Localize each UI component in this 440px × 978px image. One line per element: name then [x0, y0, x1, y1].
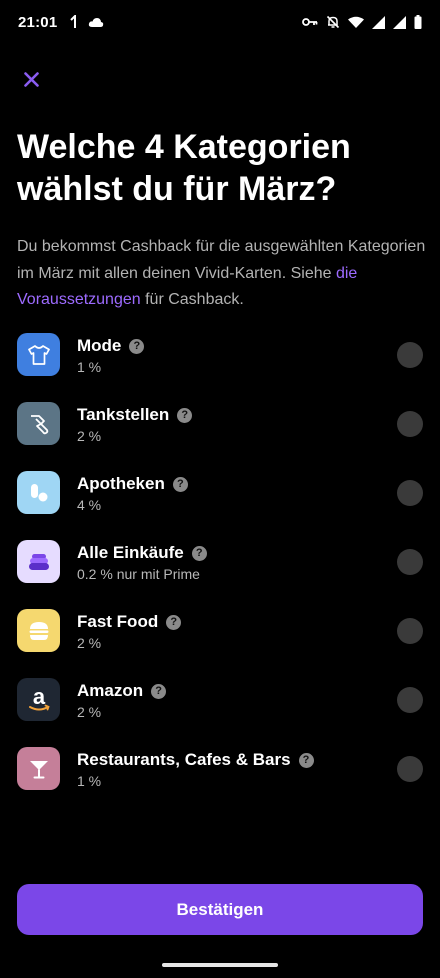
category-row-fast-food[interactable]: Fast Food ? 2 % — [0, 607, 440, 663]
category-icon-wrapper — [17, 402, 60, 445]
fuel-nozzle-icon — [30, 414, 48, 434]
select-radio[interactable] — [397, 687, 423, 713]
close-button[interactable] — [18, 66, 44, 92]
help-icon[interactable]: ? — [191, 545, 207, 561]
category-rate: 2 % — [77, 428, 102, 444]
close-icon — [23, 71, 39, 87]
category-rate: 4 % — [77, 497, 102, 513]
battery-icon — [414, 15, 422, 29]
select-radio[interactable] — [397, 549, 423, 575]
category-rate: 2 % — [77, 704, 102, 720]
amazon-logo-icon: a — [28, 687, 50, 710]
category-row-restaurants[interactable]: Restaurants, Cafes & Bars ? 1 % — [0, 745, 440, 801]
help-icon[interactable]: ? — [298, 752, 314, 768]
category-name: Fast Food — [77, 612, 159, 631]
category-name: Restaurants, Cafes & Bars — [77, 750, 291, 769]
select-radio[interactable] — [397, 756, 423, 782]
signal-icon-2 — [393, 15, 406, 29]
category-rate: 1 % — [77, 773, 102, 789]
key-icon — [302, 18, 318, 26]
page-title: Welche 4 Kategorien wählst du für März? — [17, 128, 351, 208]
category-rate: 1 % — [77, 359, 102, 375]
select-radio[interactable] — [397, 480, 423, 506]
tshirt-icon — [27, 344, 50, 365]
description-text: Du bekommst Cashback für die ausgewählte… — [17, 234, 427, 314]
help-icon[interactable]: ? — [129, 338, 145, 354]
category-row-alle-einkaeufe[interactable]: Alle Einkäufe ? 0.2 % nur mit Prime — [0, 538, 440, 594]
svg-text:a: a — [32, 687, 45, 709]
help-icon[interactable]: ? — [177, 407, 193, 423]
category-name: Tankstellen — [77, 405, 170, 424]
cards-stack-icon — [28, 553, 49, 570]
help-icon[interactable]: ? — [166, 614, 182, 630]
bell-muted-icon — [326, 15, 340, 29]
category-rate: 2 % — [77, 635, 102, 651]
pills-icon — [30, 483, 47, 501]
status-bar: 21:01 — [0, 0, 440, 48]
signal-icon — [372, 15, 385, 29]
category-row-apotheken[interactable]: Apotheken ? 4 % — [0, 469, 440, 525]
home-indicator[interactable] — [162, 963, 278, 967]
category-row-amazon[interactable]: a Amazon ? 2 % — [0, 676, 440, 732]
category-name: Alle Einkäufe — [77, 543, 184, 562]
select-radio[interactable] — [397, 618, 423, 644]
category-icon-wrapper — [17, 747, 60, 790]
category-row-mode[interactable]: Mode ? 1 % — [0, 331, 440, 387]
cocktail-glass-icon — [29, 760, 48, 778]
select-radio[interactable] — [397, 411, 423, 437]
confirm-button[interactable]: Bestätigen — [17, 884, 423, 935]
category-name: Mode — [77, 336, 122, 355]
category-name: Amazon — [77, 681, 144, 700]
burger-icon — [29, 621, 48, 640]
category-icon-wrapper — [17, 540, 60, 583]
category-row-tankstellen[interactable]: Tankstellen ? 2 % — [0, 400, 440, 456]
cloud-icon — [88, 17, 104, 27]
category-rate: 0.2 % nur mit Prime — [77, 566, 200, 582]
category-icon-wrapper — [17, 609, 60, 652]
category-icon-wrapper: a — [17, 678, 60, 721]
wifi-icon — [348, 16, 364, 28]
description-text-part: für Cashback. — [140, 291, 244, 308]
help-icon[interactable]: ? — [151, 683, 167, 699]
category-icon-wrapper — [17, 333, 60, 376]
category-icon-wrapper — [17, 471, 60, 514]
notification-arrow-icon — [70, 15, 76, 28]
category-name: Apotheken — [77, 474, 165, 493]
select-radio[interactable] — [397, 342, 423, 368]
help-icon[interactable]: ? — [172, 476, 188, 492]
status-time: 21:01 — [18, 14, 58, 31]
description-text-part: Du bekommst Cashback für die ausgewählte… — [17, 238, 426, 282]
